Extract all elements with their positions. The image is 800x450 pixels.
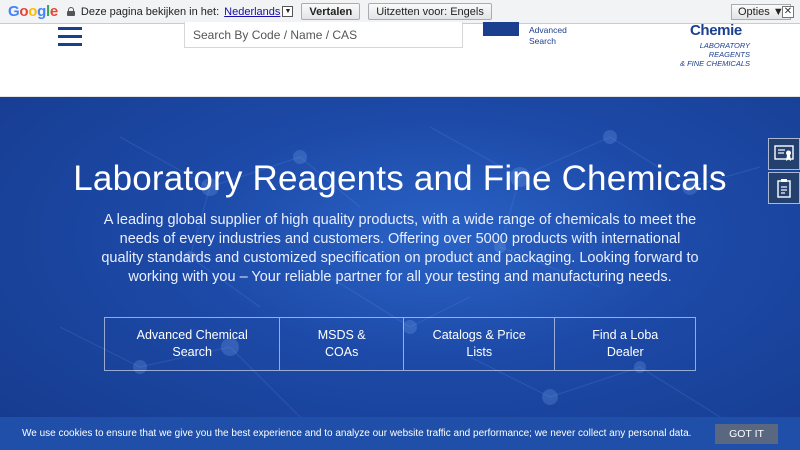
msds-coas-link[interactable]: MSDS & COAs — [280, 318, 404, 370]
translate-prompt: Deze pagina bekijken in het: — [80, 5, 220, 18]
document-widget[interactable] — [768, 172, 800, 204]
cookie-banner: We use cookies to ensure that we give yo… — [0, 417, 800, 450]
advanced-chemical-search-link[interactable]: Advanced Chemical Search — [105, 318, 281, 370]
site-header: Search By Code / Name / CAS Advanced Sea… — [0, 22, 800, 97]
hamburger-menu-icon[interactable] — [58, 27, 82, 47]
translate-button[interactable]: Vertalen — [301, 3, 361, 20]
chevron-down-icon[interactable]: ▼ — [282, 6, 294, 17]
lock-icon — [66, 7, 75, 16]
find-dealer-link[interactable]: Find a Loba Dealer — [555, 318, 695, 370]
hero-title: Laboratory Reagents and Fine Chemicals — [73, 159, 727, 198]
catalogs-price-lists-link[interactable]: Catalogs & Price Lists — [404, 318, 556, 370]
advanced-search-icon[interactable] — [483, 22, 519, 36]
certificate-icon — [774, 145, 794, 161]
quick-links: Advanced Chemical Search MSDS & COAs Catal… — [104, 317, 696, 371]
certificate-widget[interactable] — [768, 138, 800, 170]
language-select[interactable]: Nederlands — [224, 6, 280, 18]
google-logo: Google — [8, 3, 58, 20]
close-icon[interactable]: ✕ — [782, 6, 794, 18]
logo-tagline: LABORATORY REAGENTS & FINE CHEMICALS — [679, 41, 750, 68]
turn-off-button[interactable]: Uitzetten voor: Engels — [368, 3, 492, 20]
advanced-search-link[interactable]: Advanced Search — [529, 25, 567, 47]
translate-bar: Google Deze pagina bekijken in het: Nede… — [0, 0, 800, 24]
cookie-text: We use cookies to ensure that we give yo… — [22, 428, 692, 439]
hero-banner: Laboratory Reagents and Fine Chemicals A… — [0, 97, 800, 450]
hero-description: A leading global supplier of high qualit… — [101, 212, 699, 285]
got-it-button[interactable]: GOT IT — [715, 424, 778, 444]
search-input[interactable]: Search By Code / Name / CAS — [184, 22, 463, 48]
document-icon — [777, 179, 791, 198]
site-logo[interactable]: Chemie — [690, 22, 742, 39]
